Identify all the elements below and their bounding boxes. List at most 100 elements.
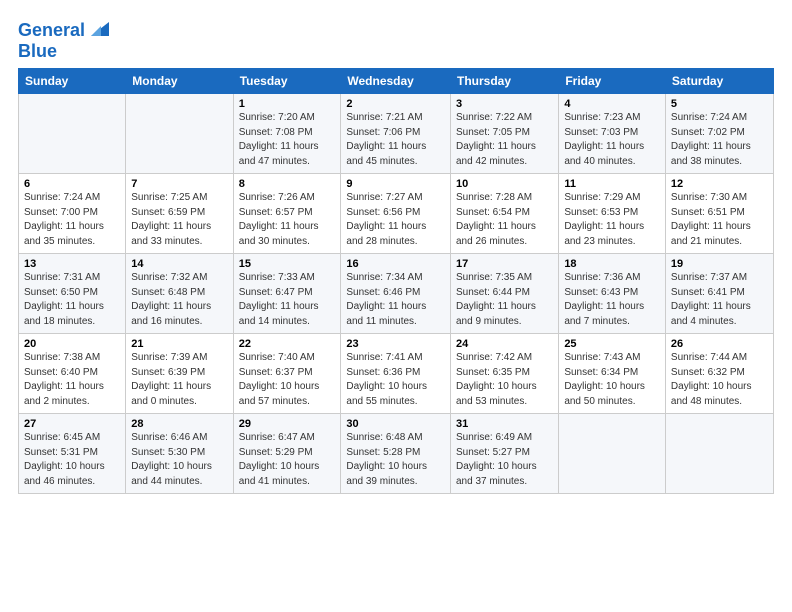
day-number: 5 <box>671 98 768 110</box>
day-number: 18 <box>564 258 660 270</box>
day-info: Sunrise: 7:21 AMSunset: 7:06 PMDaylight:… <box>346 111 445 169</box>
day-number: 2 <box>346 98 445 110</box>
day-info: Sunrise: 7:36 AMSunset: 6:43 PMDaylight:… <box>564 271 660 329</box>
day-info: Sunrise: 7:34 AMSunset: 6:46 PMDaylight:… <box>346 271 445 329</box>
calendar-cell: 4Sunrise: 7:23 AMSunset: 7:03 PMDaylight… <box>559 94 666 174</box>
day-info: Sunrise: 7:30 AMSunset: 6:51 PMDaylight:… <box>671 191 768 249</box>
day-info: Sunrise: 7:33 AMSunset: 6:47 PMDaylight:… <box>239 271 336 329</box>
calendar-cell: 9Sunrise: 7:27 AMSunset: 6:56 PMDaylight… <box>341 174 451 254</box>
day-number: 9 <box>346 178 445 190</box>
day-number: 11 <box>564 178 660 190</box>
calendar-week-row: 20Sunrise: 7:38 AMSunset: 6:40 PMDayligh… <box>19 334 774 414</box>
calendar-cell: 11Sunrise: 7:29 AMSunset: 6:53 PMDayligh… <box>559 174 666 254</box>
calendar-cell: 12Sunrise: 7:30 AMSunset: 6:51 PMDayligh… <box>665 174 773 254</box>
day-number: 14 <box>131 258 227 270</box>
calendar-week-row: 6Sunrise: 7:24 AMSunset: 7:00 PMDaylight… <box>19 174 774 254</box>
logo-general-text: General <box>18 21 85 39</box>
day-number: 16 <box>346 258 445 270</box>
calendar-cell: 21Sunrise: 7:39 AMSunset: 6:39 PMDayligh… <box>126 334 233 414</box>
day-number: 15 <box>239 258 336 270</box>
day-number: 10 <box>456 178 553 190</box>
day-number: 19 <box>671 258 768 270</box>
day-info: Sunrise: 7:29 AMSunset: 6:53 PMDaylight:… <box>564 191 660 249</box>
calendar-cell: 28Sunrise: 6:46 AMSunset: 5:30 PMDayligh… <box>126 414 233 494</box>
calendar-cell <box>126 94 233 174</box>
weekday-header: Tuesday <box>233 69 341 94</box>
calendar-cell: 25Sunrise: 7:43 AMSunset: 6:34 PMDayligh… <box>559 334 666 414</box>
calendar-cell: 24Sunrise: 7:42 AMSunset: 6:35 PMDayligh… <box>450 334 558 414</box>
calendar-cell: 16Sunrise: 7:34 AMSunset: 6:46 PMDayligh… <box>341 254 451 334</box>
day-number: 1 <box>239 98 336 110</box>
day-info: Sunrise: 7:40 AMSunset: 6:37 PMDaylight:… <box>239 351 336 409</box>
day-info: Sunrise: 7:26 AMSunset: 6:57 PMDaylight:… <box>239 191 336 249</box>
day-info: Sunrise: 7:28 AMSunset: 6:54 PMDaylight:… <box>456 191 553 249</box>
header: General Blue <box>18 18 774 60</box>
day-info: Sunrise: 7:23 AMSunset: 7:03 PMDaylight:… <box>564 111 660 169</box>
calendar-cell: 10Sunrise: 7:28 AMSunset: 6:54 PMDayligh… <box>450 174 558 254</box>
day-number: 27 <box>24 418 120 430</box>
day-info: Sunrise: 7:25 AMSunset: 6:59 PMDaylight:… <box>131 191 227 249</box>
calendar-header-row: SundayMondayTuesdayWednesdayThursdayFrid… <box>19 69 774 94</box>
day-info: Sunrise: 7:22 AMSunset: 7:05 PMDaylight:… <box>456 111 553 169</box>
day-number: 7 <box>131 178 227 190</box>
day-info: Sunrise: 6:47 AMSunset: 5:29 PMDaylight:… <box>239 431 336 489</box>
logo: General Blue <box>18 18 109 60</box>
day-number: 20 <box>24 338 120 350</box>
day-number: 26 <box>671 338 768 350</box>
day-info: Sunrise: 7:24 AMSunset: 7:02 PMDaylight:… <box>671 111 768 169</box>
weekday-header: Friday <box>559 69 666 94</box>
calendar-cell <box>559 414 666 494</box>
day-info: Sunrise: 7:32 AMSunset: 6:48 PMDaylight:… <box>131 271 227 329</box>
day-number: 22 <box>239 338 336 350</box>
day-number: 21 <box>131 338 227 350</box>
calendar-cell: 14Sunrise: 7:32 AMSunset: 6:48 PMDayligh… <box>126 254 233 334</box>
logo-blue-text: Blue <box>18 42 109 60</box>
day-info: Sunrise: 7:27 AMSunset: 6:56 PMDaylight:… <box>346 191 445 249</box>
weekday-header: Wednesday <box>341 69 451 94</box>
page: General Blue SundayMondayTuesdayWednesda… <box>0 0 792 612</box>
calendar-cell: 17Sunrise: 7:35 AMSunset: 6:44 PMDayligh… <box>450 254 558 334</box>
day-info: Sunrise: 7:35 AMSunset: 6:44 PMDaylight:… <box>456 271 553 329</box>
day-number: 31 <box>456 418 553 430</box>
calendar-cell: 5Sunrise: 7:24 AMSunset: 7:02 PMDaylight… <box>665 94 773 174</box>
day-info: Sunrise: 7:44 AMSunset: 6:32 PMDaylight:… <box>671 351 768 409</box>
calendar-cell: 7Sunrise: 7:25 AMSunset: 6:59 PMDaylight… <box>126 174 233 254</box>
calendar-cell: 23Sunrise: 7:41 AMSunset: 6:36 PMDayligh… <box>341 334 451 414</box>
calendar-cell: 30Sunrise: 6:48 AMSunset: 5:28 PMDayligh… <box>341 414 451 494</box>
calendar-cell: 29Sunrise: 6:47 AMSunset: 5:29 PMDayligh… <box>233 414 341 494</box>
day-number: 13 <box>24 258 120 270</box>
calendar-cell: 13Sunrise: 7:31 AMSunset: 6:50 PMDayligh… <box>19 254 126 334</box>
calendar-cell: 1Sunrise: 7:20 AMSunset: 7:08 PMDaylight… <box>233 94 341 174</box>
day-info: Sunrise: 7:20 AMSunset: 7:08 PMDaylight:… <box>239 111 336 169</box>
day-info: Sunrise: 6:46 AMSunset: 5:30 PMDaylight:… <box>131 431 227 489</box>
day-number: 8 <box>239 178 336 190</box>
day-info: Sunrise: 7:24 AMSunset: 7:00 PMDaylight:… <box>24 191 120 249</box>
calendar-cell: 20Sunrise: 7:38 AMSunset: 6:40 PMDayligh… <box>19 334 126 414</box>
logo-icon <box>87 18 109 40</box>
day-number: 3 <box>456 98 553 110</box>
day-info: Sunrise: 7:43 AMSunset: 6:34 PMDaylight:… <box>564 351 660 409</box>
day-info: Sunrise: 6:45 AMSunset: 5:31 PMDaylight:… <box>24 431 120 489</box>
calendar-cell: 8Sunrise: 7:26 AMSunset: 6:57 PMDaylight… <box>233 174 341 254</box>
day-number: 30 <box>346 418 445 430</box>
day-number: 28 <box>131 418 227 430</box>
day-info: Sunrise: 7:37 AMSunset: 6:41 PMDaylight:… <box>671 271 768 329</box>
day-number: 25 <box>564 338 660 350</box>
calendar-cell: 18Sunrise: 7:36 AMSunset: 6:43 PMDayligh… <box>559 254 666 334</box>
weekday-header: Saturday <box>665 69 773 94</box>
calendar-table: SundayMondayTuesdayWednesdayThursdayFrid… <box>18 68 774 494</box>
day-info: Sunrise: 7:41 AMSunset: 6:36 PMDaylight:… <box>346 351 445 409</box>
calendar-cell <box>19 94 126 174</box>
calendar-cell: 3Sunrise: 7:22 AMSunset: 7:05 PMDaylight… <box>450 94 558 174</box>
day-number: 23 <box>346 338 445 350</box>
day-number: 29 <box>239 418 336 430</box>
weekday-header: Thursday <box>450 69 558 94</box>
day-number: 17 <box>456 258 553 270</box>
calendar-cell: 15Sunrise: 7:33 AMSunset: 6:47 PMDayligh… <box>233 254 341 334</box>
day-number: 24 <box>456 338 553 350</box>
calendar-cell: 27Sunrise: 6:45 AMSunset: 5:31 PMDayligh… <box>19 414 126 494</box>
day-info: Sunrise: 6:48 AMSunset: 5:28 PMDaylight:… <box>346 431 445 489</box>
day-number: 12 <box>671 178 768 190</box>
day-number: 6 <box>24 178 120 190</box>
weekday-header: Sunday <box>19 69 126 94</box>
